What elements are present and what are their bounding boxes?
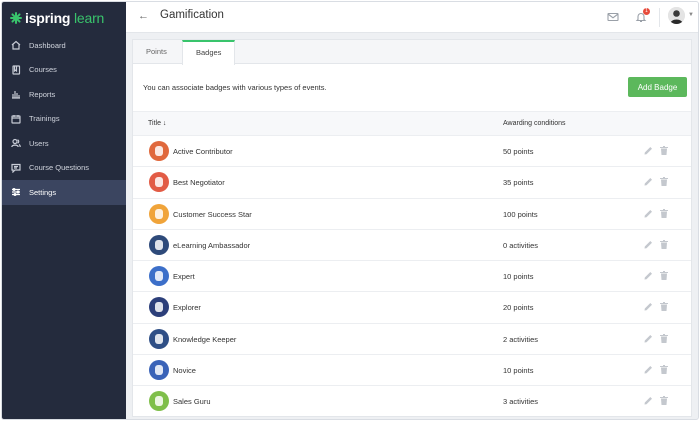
badge-icon [149, 266, 169, 287]
badge-icon [149, 391, 169, 412]
book-icon [11, 65, 21, 75]
sidebar-item-users[interactable]: Users [2, 131, 126, 156]
badge-condition: 0 activities [503, 240, 539, 250]
sidebar-item-label: Dashboard [29, 40, 66, 50]
badge-title: Best Negotiator [173, 178, 225, 188]
trash-icon[interactable] [660, 302, 668, 312]
table-row[interactable]: Expert 10 points [133, 261, 691, 293]
badge-condition: 10 points [503, 272, 534, 282]
badge-title: Customer Success Star [173, 209, 252, 219]
badge-icon [149, 172, 169, 193]
edit-icon[interactable] [644, 177, 653, 186]
avatar[interactable] [668, 7, 685, 24]
badge-condition: 20 points [503, 303, 534, 313]
edit-icon[interactable] [644, 334, 653, 343]
table-header: Title ↓ Awarding conditions [133, 111, 691, 136]
calendar-icon [11, 114, 21, 124]
badge-icon [149, 141, 169, 161]
top-header: ← Gamification 1 ▼ [126, 2, 698, 33]
bar-chart-icon [11, 89, 21, 99]
badge-condition: 2 activities [503, 334, 539, 344]
table-row[interactable]: Novice 10 points [133, 355, 691, 387]
badge-title: Knowledge Keeper [173, 334, 237, 344]
logo[interactable]: ispring learn [10, 9, 104, 27]
header-divider [659, 8, 660, 27]
sidebar-item-label: Settings [29, 187, 57, 197]
sliders-icon [11, 187, 21, 197]
badges-description: You can associate badges with various ty… [143, 83, 327, 92]
table-row[interactable]: Explorer 20 points [133, 292, 691, 324]
badge-icon [149, 297, 169, 318]
users-icon [11, 138, 21, 148]
sidebar-item-label: Users [29, 138, 49, 148]
badge-title: Expert [173, 272, 195, 282]
table-row[interactable]: Customer Success Star 100 points [133, 199, 691, 230]
table-row[interactable]: eLearning Ambassador 0 activities [133, 230, 691, 262]
trash-icon[interactable] [660, 146, 668, 155]
badge-condition: 50 points [503, 147, 534, 156]
badge-icon [149, 234, 169, 255]
sidebar-item-settings[interactable]: Settings [2, 180, 126, 205]
mail-icon[interactable] [607, 11, 619, 23]
badge-title: Explorer [173, 303, 201, 313]
page-title: Gamification [160, 9, 224, 21]
trash-icon[interactable] [660, 396, 668, 406]
sidebar-item-label: Course Questions [29, 163, 90, 173]
content-panel: Points Badges You can associate badges w… [132, 39, 692, 417]
edit-icon[interactable] [644, 271, 653, 280]
sidebar-item-courses[interactable]: Courses [2, 58, 126, 83]
badge-condition: 3 activities [503, 397, 539, 407]
table-row[interactable]: Knowledge Keeper 2 activities [133, 324, 691, 356]
sidebar: ispring learn Dashboard Courses Reports … [2, 2, 126, 419]
sidebar-item-label: Reports [29, 89, 56, 99]
table-row[interactable]: Active Contributor 50 points [133, 136, 691, 168]
trash-icon[interactable] [660, 365, 668, 375]
sidebar-item-course-questions[interactable]: Course Questions [2, 156, 126, 181]
logo-icon [10, 12, 22, 24]
notification-badge: 1 [643, 8, 650, 15]
badge-title: Novice [173, 366, 196, 376]
sidebar-item-dashboard[interactable]: Dashboard [2, 33, 126, 58]
badge-title: Sales Guru [173, 397, 211, 407]
back-arrow-icon[interactable]: ← [138, 10, 149, 22]
table-row[interactable]: Best Negotiator 35 points [133, 167, 691, 199]
trash-icon[interactable] [660, 177, 668, 187]
sidebar-item-reports[interactable]: Reports [2, 82, 126, 107]
chat-icon [11, 163, 21, 173]
badge-condition: 100 points [503, 209, 538, 219]
edit-icon[interactable] [644, 146, 653, 155]
edit-icon[interactable] [644, 209, 653, 218]
badge-title: Active Contributor [173, 147, 233, 156]
tab-badges[interactable]: Badges [182, 40, 236, 65]
sidebar-nav: Dashboard Courses Reports Trainings User… [2, 33, 126, 205]
badge-icon [149, 360, 169, 381]
add-badge-button[interactable]: Add Badge [628, 77, 687, 97]
badge-title: eLearning Ambassador [173, 240, 251, 250]
column-header-conditions: Awarding conditions [503, 120, 566, 127]
edit-icon[interactable] [644, 396, 653, 405]
table-row[interactable]: Sales Guru 3 activities [133, 386, 691, 416]
sidebar-item-label: Courses [29, 65, 57, 75]
badge-icon [149, 328, 169, 349]
column-header-title[interactable]: Title ↓ [148, 120, 166, 127]
badge-icon [149, 203, 169, 224]
chevron-down-icon[interactable]: ▼ [688, 12, 694, 18]
badge-condition: 10 points [503, 366, 534, 376]
badges-table-body: Active Contributor 50 points Best Negoti… [133, 136, 691, 416]
sidebar-item-label: Trainings [29, 114, 60, 124]
trash-icon[interactable] [660, 271, 668, 281]
edit-icon[interactable] [644, 302, 653, 311]
trash-icon[interactable] [660, 239, 668, 249]
home-icon [11, 40, 21, 50]
app-window: ispring learn Dashboard Courses Reports … [1, 1, 699, 420]
tab-points[interactable]: Points [133, 40, 180, 64]
logo-text: ispring learn [25, 10, 105, 26]
tab-bar: Points Badges [133, 40, 691, 65]
edit-icon[interactable] [644, 365, 653, 374]
badge-condition: 35 points [503, 178, 534, 188]
trash-icon[interactable] [660, 333, 668, 343]
sidebar-item-trainings[interactable]: Trainings [2, 107, 126, 132]
edit-icon[interactable] [644, 240, 653, 249]
trash-icon[interactable] [660, 208, 668, 218]
